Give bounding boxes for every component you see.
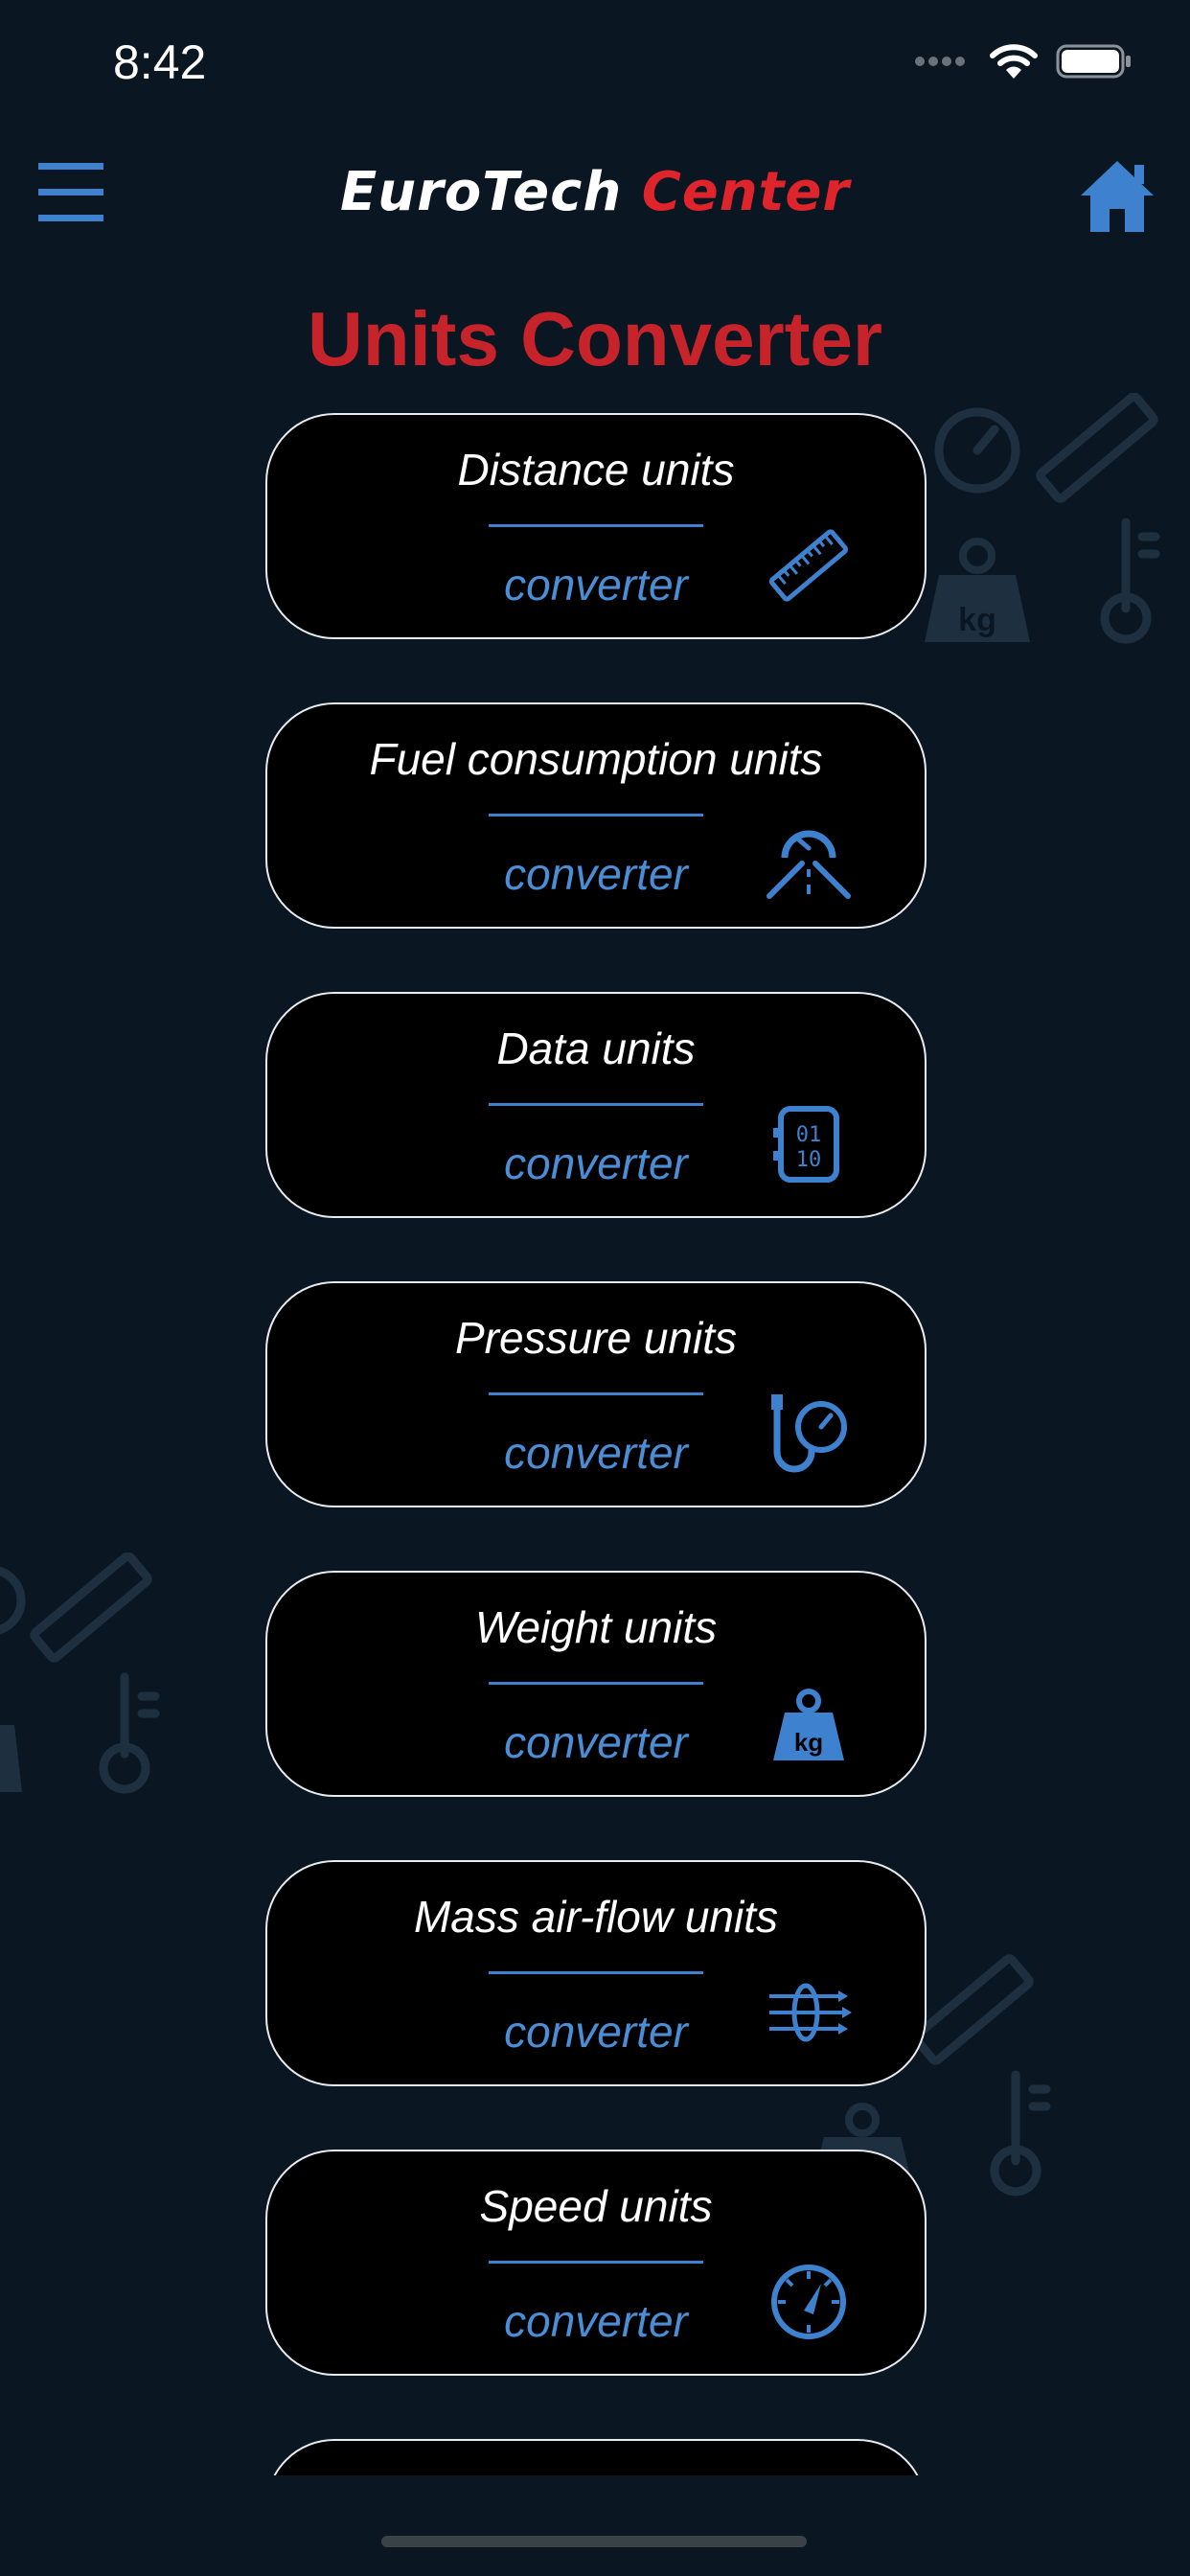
home-icon: [1081, 161, 1154, 232]
card-title: Fuel consumption units: [369, 734, 823, 784]
partial-converter-card[interactable]: [265, 2439, 927, 2475]
airflow-icon: [769, 1983, 852, 2042]
svg-text:kg: kg: [958, 602, 996, 638]
svg-text:kg: kg: [794, 1728, 823, 1757]
app-header: EuroTech Center: [0, 144, 1190, 249]
distance-converter-card[interactable]: Distance units converter: [265, 413, 927, 639]
card-title: Distance units: [457, 445, 735, 494]
weight-kg-icon: kg: [773, 1689, 844, 1760]
converter-list[interactable]: Distance units converter Fuel consumptio…: [265, 413, 927, 2475]
home-indicator: [381, 2536, 807, 2547]
pressure-gauge-icon: [771, 1394, 847, 1473]
fuel-consumption-converter-card[interactable]: Fuel consumption units converter: [265, 702, 927, 929]
speedometer-icon: [771, 2265, 846, 2339]
card-divider: [489, 1682, 703, 1685]
card-title: Mass air-flow units: [413, 1892, 779, 1942]
binary-data-icon: 01 10: [773, 1106, 839, 1183]
status-indicators: [914, 42, 1133, 80]
card-title: Pressure units: [454, 1313, 737, 1363]
background-decoration-left: [0, 1552, 160, 1794]
background-decoration-top-right: kg: [925, 393, 1160, 644]
card-divider: [489, 1971, 703, 1974]
card-divider: [489, 1103, 703, 1106]
road-gauge-icon: [767, 830, 851, 899]
status-bar: 8:42: [0, 0, 1190, 125]
pressure-converter-card[interactable]: Pressure units converter: [265, 1281, 927, 1507]
ruler-icon: [768, 529, 849, 602]
mass-airflow-converter-card[interactable]: Mass air-flow units converter: [265, 1860, 927, 2086]
home-button[interactable]: [1077, 157, 1157, 234]
logo-text-eurotech: EuroTech: [339, 161, 623, 223]
svg-text:10: 10: [796, 1148, 822, 1172]
card-divider: [489, 814, 703, 816]
status-time: 8:42: [113, 35, 207, 89]
card-divider: [489, 1392, 703, 1395]
signal-icon: [915, 57, 965, 66]
card-title: Data units: [496, 1024, 696, 1073]
card-divider: [489, 2261, 703, 2264]
app-logo: EuroTech Center: [0, 161, 1190, 223]
card-title: Speed units: [479, 2181, 713, 2231]
data-converter-card[interactable]: Data units converter 01 10: [265, 992, 927, 1218]
card-divider: [489, 524, 703, 527]
card-title: Weight units: [474, 1602, 718, 1652]
logo-text-center: Center: [641, 161, 851, 223]
speed-converter-card[interactable]: Speed units converter: [265, 2150, 927, 2376]
wifi-icon: [990, 44, 1038, 79]
svg-text:01: 01: [796, 1123, 822, 1147]
weight-converter-card[interactable]: Weight units converter kg: [265, 1571, 927, 1797]
page-title: Units Converter: [307, 296, 883, 381]
battery-icon: [1056, 44, 1131, 79]
